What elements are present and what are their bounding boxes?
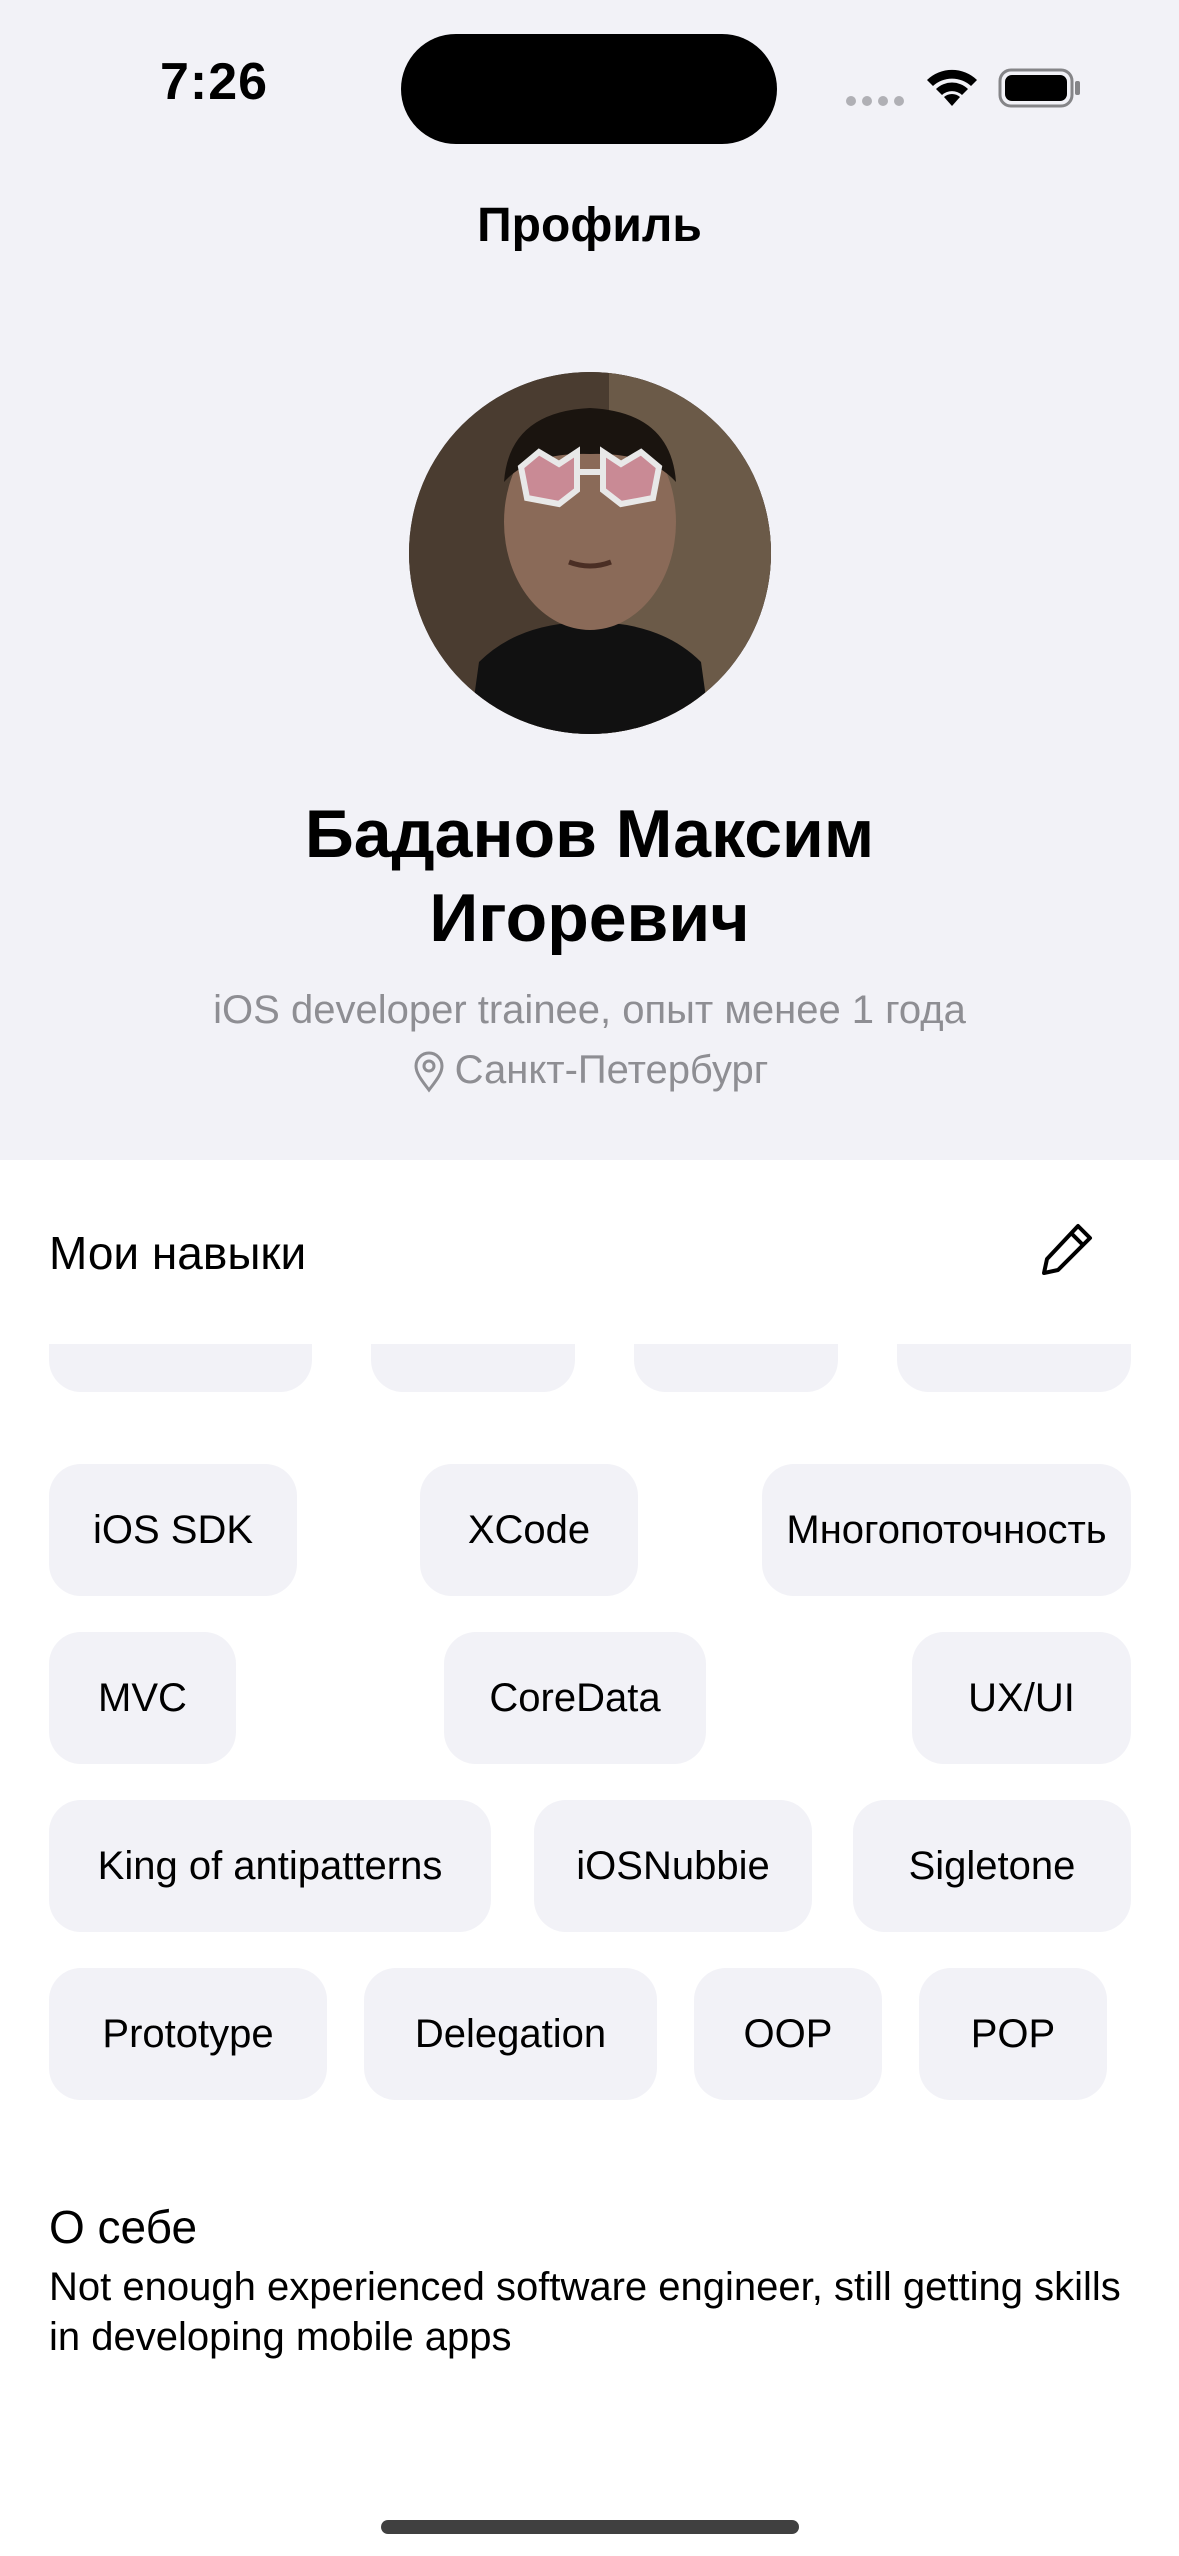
status-time: 7:26 <box>160 53 269 111</box>
page-title: Профиль <box>477 199 702 252</box>
skill-chip[interactable]: Delegation <box>364 1968 657 2100</box>
skill-chip[interactable]: Многопоточность <box>762 1464 1131 1596</box>
skill-chip[interactable]: POP <box>919 1968 1107 2100</box>
skill-chip[interactable]: XCode <box>420 1464 638 1596</box>
dynamic-island <box>401 34 777 144</box>
avatar <box>409 372 771 734</box>
skill-chip[interactable]: iOS SDK <box>49 1464 297 1596</box>
profile-name-line2: Игоревич <box>429 880 750 956</box>
skill-chip[interactable]: Skillbox <box>49 1344 312 1392</box>
battery-icon <box>998 68 1080 108</box>
skill-chip[interactable]: UX/UI <box>912 1632 1131 1764</box>
about-section-title: О себе <box>49 2201 198 2253</box>
skill-chip[interactable]: GUAP <box>371 1344 575 1392</box>
skill-chip[interactable]: King of antipatterns <box>49 1800 491 1932</box>
skill-chip[interactable]: Mentor <box>897 1344 1131 1392</box>
skill-chip[interactable]: ITMO <box>634 1344 838 1392</box>
skill-chip[interactable]: OOP <box>694 1968 882 2100</box>
skill-chip[interactable]: Sigletone <box>853 1800 1131 1932</box>
cellular-signal-icon <box>846 96 904 106</box>
home-indicator[interactable] <box>381 2520 799 2534</box>
profile-location-text: Санкт-Петербург <box>454 1048 769 1092</box>
profile-location: Санкт-Петербург <box>0 1048 1179 1093</box>
location-pin-icon <box>414 1051 444 1092</box>
skill-chip[interactable]: iOSNubbie <box>534 1800 812 1932</box>
profile-screen: 7:26 Профиль Баданов Максим Игоревич iOS… <box>0 0 1179 2556</box>
profile-header: 7:26 Профиль Баданов Максим Игоревич iOS… <box>0 0 1179 1160</box>
pencil-icon[interactable] <box>1038 1220 1096 1278</box>
skills-section-title: Мои навыки <box>49 1227 307 1279</box>
profile-name-line1: Баданов Максим <box>304 796 875 872</box>
skill-chip[interactable]: CoreData <box>444 1632 706 1764</box>
profile-role: iOS developer trainee, опыт менее 1 года <box>213 988 966 1032</box>
skill-chip[interactable]: Prototype <box>49 1968 327 2100</box>
skills-list[interactable]: Skillbox GUAP ITMO Mentor iOS SDK XCode … <box>0 1344 1179 2124</box>
wifi-icon <box>927 69 977 106</box>
profile-name: Баданов Максим Игоревич <box>0 792 1179 960</box>
skill-chip[interactable]: MVC <box>49 1632 236 1764</box>
about-text: Not enough experienced software engineer… <box>49 2265 1121 2359</box>
